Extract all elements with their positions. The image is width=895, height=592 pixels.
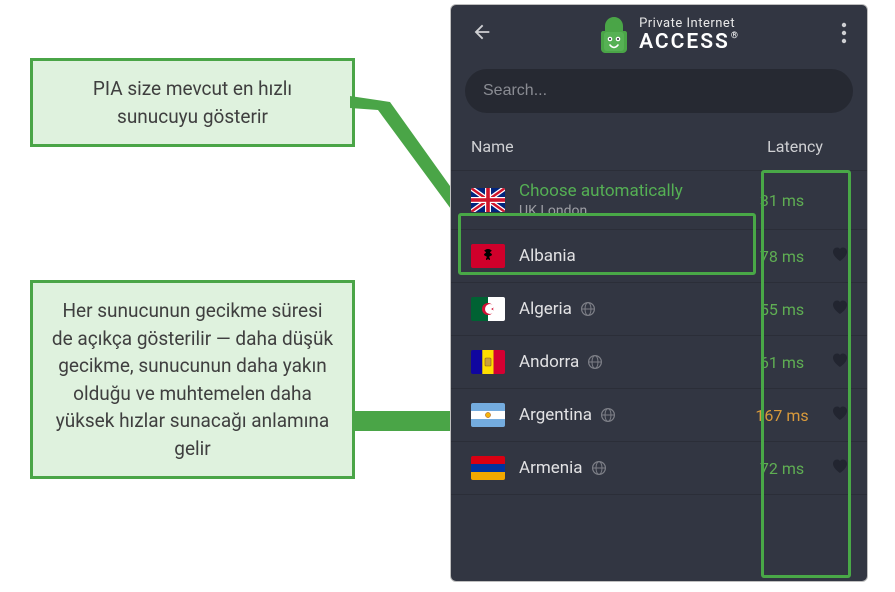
brand-line-2: ACCESS® [639, 31, 737, 53]
server-row[interactable]: Albania 78 ms [451, 230, 867, 283]
heart-icon [831, 458, 849, 474]
column-name-header: Name [471, 137, 514, 156]
favorite-button[interactable] [831, 405, 847, 426]
server-name-label: Armenia [519, 458, 583, 478]
server-row[interactable]: Argentina 167 ms [451, 389, 867, 442]
server-row[interactable]: Andorra 61 ms [451, 336, 867, 389]
heart-icon [831, 299, 849, 315]
latency-value: 61 ms [747, 353, 817, 372]
auto-choose-label: Choose automatically [519, 181, 733, 201]
annotation-text: PIA size mevcut en hızlı sunucuyu göster… [93, 77, 292, 128]
server-name: Argentina [519, 405, 733, 425]
globe-icon [587, 354, 603, 370]
brand-logo: Private Internet ACCESS® [597, 15, 737, 55]
registered-mark: ® [731, 31, 738, 41]
annotation-callout-2: Her sunucunun gecikme süresi de açıkça g… [30, 280, 355, 479]
latency-value: 167 ms [747, 406, 817, 425]
brand-line-1: Private Internet [639, 17, 737, 31]
auto-choose-sublabel: UK London [519, 203, 733, 219]
flag-dz-icon [471, 297, 505, 321]
pia-app-window: Private Internet ACCESS® Name Latency [450, 4, 868, 582]
search-container [451, 63, 867, 123]
arrow-left-icon [471, 21, 493, 43]
search-input[interactable] [465, 69, 853, 113]
brand-text: Private Internet ACCESS® [639, 17, 737, 53]
flag-al-icon [471, 244, 505, 268]
back-button[interactable] [465, 17, 499, 53]
server-row[interactable]: Armenia 72 ms [451, 442, 867, 495]
latency-value: 78 ms [747, 247, 817, 266]
server-list[interactable]: Choose automatically UK London 31 ms Alb… [451, 171, 867, 495]
menu-button[interactable] [835, 18, 853, 53]
flag-ar-icon [471, 403, 505, 427]
server-name-label: Andorra [519, 352, 579, 372]
annotation-text: Her sunucunun gecikme süresi de açıkça g… [52, 299, 333, 460]
latency-value: 72 ms [747, 459, 817, 478]
server-name-label: Albania [519, 246, 576, 266]
server-row[interactable]: Algeria 55 ms [451, 283, 867, 336]
annotation-callout-1: PIA size mevcut en hızlı sunucuyu göster… [30, 58, 355, 147]
globe-icon [600, 407, 616, 423]
lock-icon [597, 15, 631, 55]
favorite-button[interactable] [831, 299, 847, 320]
server-name: Albania [519, 246, 733, 266]
favorite-button[interactable] [831, 352, 847, 373]
server-row-auto[interactable]: Choose automatically UK London 31 ms [451, 171, 867, 230]
latency-value: 55 ms [747, 300, 817, 319]
server-name-block: Choose automatically UK London [519, 181, 733, 219]
server-name-label: Algeria [519, 299, 572, 319]
column-latency-header: Latency [767, 137, 823, 156]
server-name: Algeria [519, 299, 733, 319]
heart-icon [831, 405, 849, 421]
server-name: Armenia [519, 458, 733, 478]
server-name-label: Argentina [519, 405, 592, 425]
flag-uk-icon [471, 188, 505, 212]
column-header-row: Name Latency [451, 123, 867, 171]
server-name: Andorra [519, 352, 733, 372]
favorite-button[interactable] [831, 246, 847, 267]
flag-am-icon [471, 456, 505, 480]
favorite-button[interactable] [831, 458, 847, 479]
globe-icon [580, 301, 596, 317]
latency-value: 31 ms [747, 191, 817, 210]
globe-icon [591, 460, 607, 476]
heart-icon [831, 352, 849, 368]
top-bar: Private Internet ACCESS® [451, 5, 867, 63]
heart-icon [831, 246, 849, 262]
flag-ad-icon [471, 350, 505, 374]
kebab-icon [841, 22, 847, 44]
